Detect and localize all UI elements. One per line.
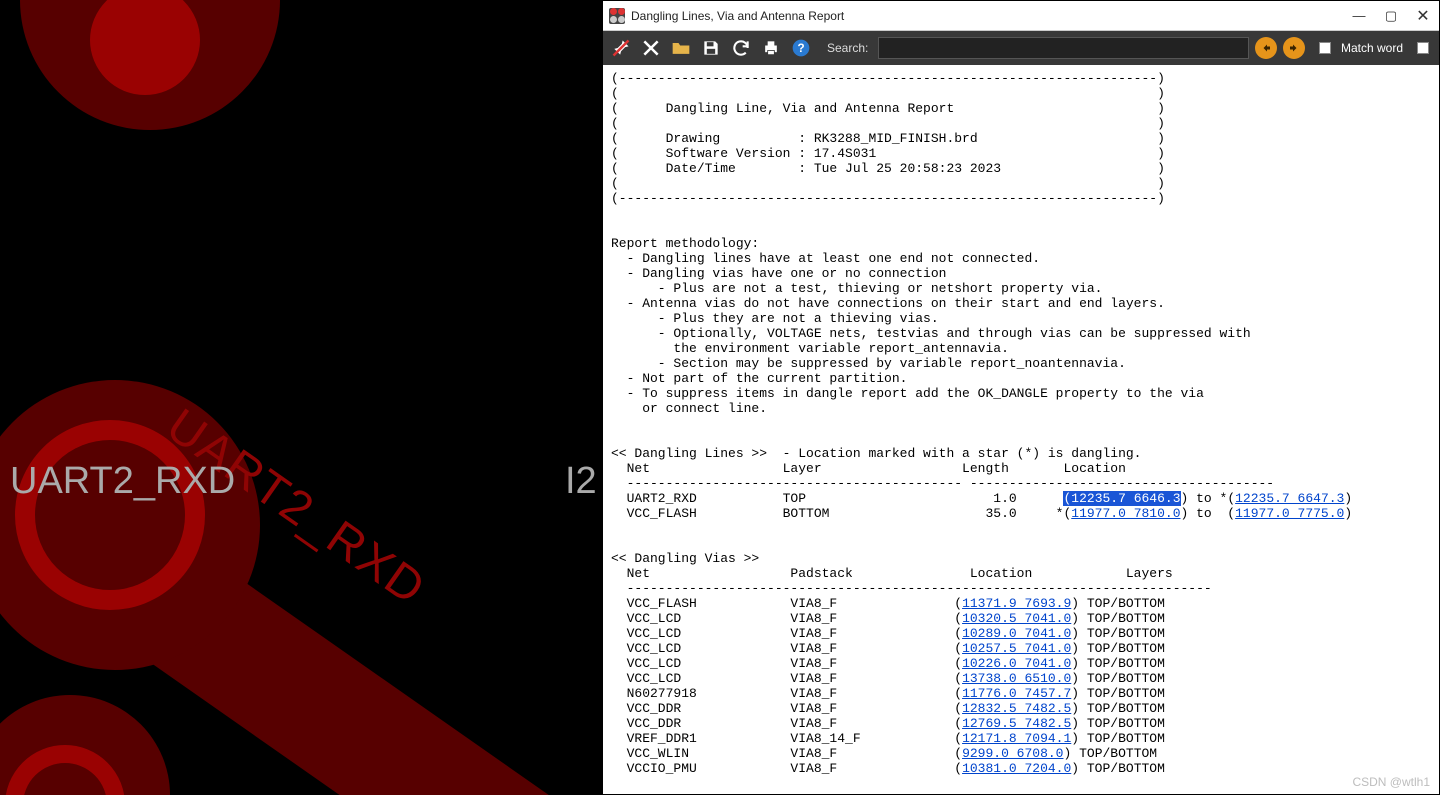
net-label: UART2_RXD: [10, 460, 235, 503]
close-icon[interactable]: [639, 36, 663, 60]
open-folder-icon[interactable]: [669, 36, 693, 60]
print-icon[interactable]: [759, 36, 783, 60]
pin-icon[interactable]: [609, 36, 633, 60]
report-body[interactable]: (---------------------------------------…: [603, 65, 1439, 794]
prev-match-button[interactable]: [1255, 37, 1277, 59]
svg-text:?: ?: [797, 42, 804, 55]
dangling-via-location[interactable]: 12832.5 7482.5: [962, 701, 1071, 716]
toolbar: ? Search: Match word: [603, 31, 1439, 65]
dangling-via-location[interactable]: 10289.0 7041.0: [962, 626, 1071, 641]
save-icon[interactable]: [699, 36, 723, 60]
search-label: Search:: [827, 41, 868, 55]
dangling-via-location[interactable]: 12171.8 7094.1: [962, 731, 1071, 746]
titlebar[interactable]: Dangling Lines, Via and Antenna Report —…: [603, 1, 1439, 31]
dangling-via-location[interactable]: 12769.5 7482.5: [962, 716, 1071, 731]
report-window: Dangling Lines, Via and Antenna Report —…: [602, 0, 1440, 795]
dangling-via-location[interactable]: 10257.5 7041.0: [962, 641, 1071, 656]
match-word-label: Match word: [1341, 41, 1403, 55]
match-word-checkbox[interactable]: [1319, 42, 1331, 54]
pcb-canvas: UART2_RXD UART2_RXD I2: [0, 0, 602, 795]
minimize-button[interactable]: —: [1343, 8, 1375, 23]
dangling-line-location[interactable]: 11977.0 7810.0: [1071, 506, 1180, 521]
dangling-via-location[interactable]: 9299.0 6708.0: [962, 746, 1063, 761]
extra-checkbox[interactable]: [1417, 42, 1429, 54]
dangling-line-location[interactable]: 12235.7 6647.3: [1235, 491, 1344, 506]
maximize-button[interactable]: ▢: [1375, 8, 1407, 24]
net-label: I2: [565, 460, 597, 503]
window-title: Dangling Lines, Via and Antenna Report: [631, 9, 844, 23]
dangling-line-location[interactable]: 11977.0 7775.0: [1235, 506, 1344, 521]
watermark: CSDN @wtlh1: [1352, 775, 1430, 789]
help-icon[interactable]: ?: [789, 36, 813, 60]
dangling-line-location[interactable]: (12235.7 6646.3: [1063, 491, 1180, 506]
dangling-via-location[interactable]: 13738.0 6510.0: [962, 671, 1071, 686]
refresh-icon[interactable]: [729, 36, 753, 60]
dangling-via-location[interactable]: 11776.0 7457.7: [962, 686, 1071, 701]
app-icon: [609, 8, 625, 24]
dangling-via-location[interactable]: 10320.5 7041.0: [962, 611, 1071, 626]
dangling-via-location[interactable]: 10226.0 7041.0: [962, 656, 1071, 671]
dangling-via-location[interactable]: 11371.9 7693.9: [962, 596, 1071, 611]
close-button[interactable]: ✕: [1407, 6, 1439, 26]
next-match-button[interactable]: [1283, 37, 1305, 59]
dangling-via-location[interactable]: 10381.0 7204.0: [962, 761, 1071, 776]
search-input[interactable]: [878, 37, 1249, 59]
